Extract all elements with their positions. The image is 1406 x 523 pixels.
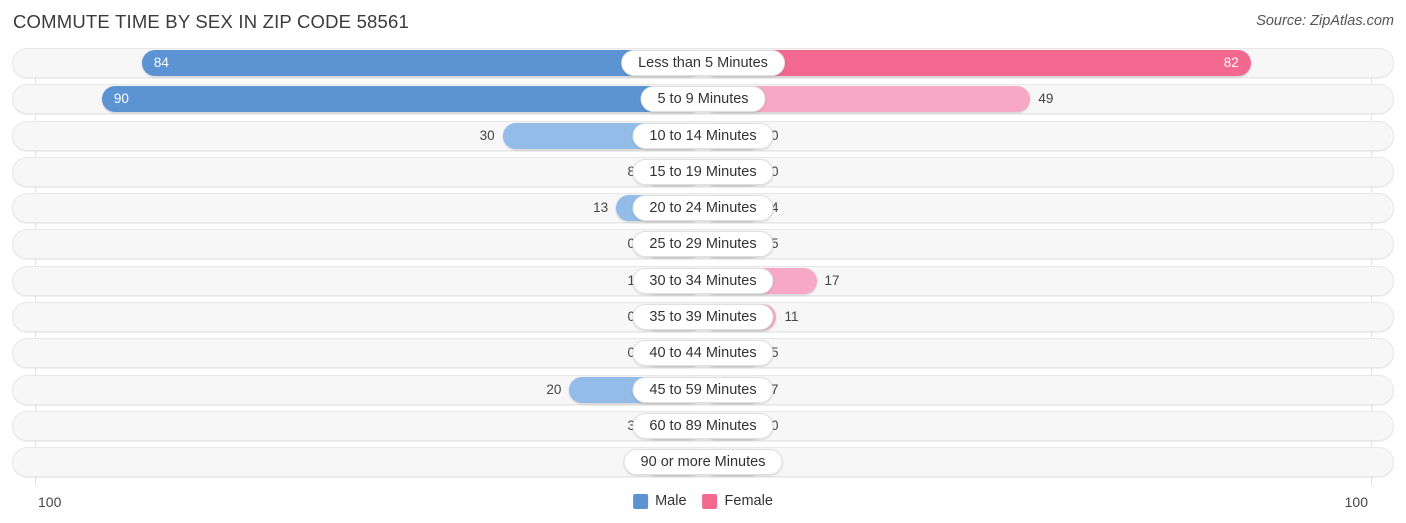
male-value: 84 [153,55,169,70]
chart-header: COMMUTE TIME BY SEX IN ZIP CODE 58561 So… [0,0,1406,44]
table-row: 0590 or more Minutes [0,447,1406,478]
female-bar[interactable]: 82 [703,50,1251,76]
category-label: 5 to 9 Minutes [640,86,766,113]
table-row: 30 0 10 to 14 Minutes [0,120,1406,151]
table-row: 13 4 20 to 24 Minutes [0,193,1406,224]
axis-label-right: 100 [1344,494,1368,510]
female-half: 5 [703,231,1371,258]
legend-item-female[interactable]: Female [702,493,773,509]
chart-footer: 100 100 Male Female [0,486,1406,523]
male-bar[interactable]: 90 [101,86,703,113]
male-value: 30 [479,127,495,143]
category-label: 15 to 19 Minutes [632,158,774,185]
male-half: 0 [35,449,703,476]
table-row: 3 0 60 to 89 Minutes [0,410,1406,441]
category-label: 10 to 14 Minutes [632,122,774,149]
female-half: 82 [703,50,1371,76]
category-label: 40 to 44 Minutes [632,340,774,367]
male-value: 20 [546,381,562,397]
legend-swatch-icon [702,493,718,509]
category-label: 90 or more Minutes [623,449,783,476]
legend-swatch-icon [633,493,649,509]
table-row: 84 82 Less than 5 Minutes [0,48,1406,78]
table-row: 90 49 5 to 9 Minutes [0,84,1406,115]
table-row: 0 11 35 to 39 Minutes [0,302,1406,333]
legend-item-male[interactable]: Male [633,493,687,509]
bar-rows: 84 82 Less than 5 Minutes 90 49 5 to 9 Minute… [0,48,1406,484]
female-value: 17 [824,272,840,288]
female-half: 4 [703,195,1371,222]
female-half: 11 [703,304,1371,331]
category-label: 60 to 89 Minutes [632,412,774,439]
female-value: 82 [1223,55,1239,70]
female-half: 5 [703,340,1371,367]
table-row: 0 5 40 to 44 Minutes [0,338,1406,369]
female-half: 7 [703,376,1371,403]
male-bar[interactable]: 84 [141,50,703,76]
male-half: 0 [35,340,703,367]
chart-plot-area: 84 82 Less than 5 Minutes 90 49 5 to 9 Minute… [0,48,1406,486]
table-row: 0 5 25 to 29 Minutes [0,229,1406,260]
male-half: 30 [35,122,703,149]
male-half: 0 [35,231,703,258]
male-half: 1 [35,267,703,294]
category-label: 35 to 39 Minutes [632,304,774,331]
legend-label: Male [655,493,687,509]
male-half: 0 [35,304,703,331]
table-row: 1 17 30 to 34 Minutes [0,265,1406,296]
female-value: 11 [784,309,799,325]
female-value: 49 [1038,91,1054,107]
chart-legend: Male Female [633,493,773,509]
axis-label-left: 100 [38,494,62,510]
category-label: 20 to 24 Minutes [632,195,774,222]
legend-label: Female [724,493,773,509]
source-attribution: Source: ZipAtlas.com [1256,13,1394,29]
male-half: 13 [35,195,703,222]
male-half: 8 [35,158,703,185]
category-label: Less than 5 Minutes [621,50,785,76]
category-label: 25 to 29 Minutes [632,231,774,258]
female-half: 49 [703,86,1371,113]
female-half: 0 [703,158,1371,185]
table-row: 20 7 45 to 59 Minutes [0,374,1406,405]
male-half: 90 [35,86,703,113]
male-half: 84 [35,50,703,76]
male-half: 3 [35,412,703,439]
female-half: 5 [703,449,1371,476]
female-half: 0 [703,122,1371,149]
category-label: 30 to 34 Minutes [632,267,774,294]
page-title: COMMUTE TIME BY SEX IN ZIP CODE 58561 [13,11,410,32]
female-half: 0 [703,412,1371,439]
male-value: 13 [593,200,609,216]
female-half: 17 [703,267,1371,294]
male-value: 90 [113,91,129,107]
table-row: 8 0 15 to 19 Minutes [0,156,1406,187]
male-half: 20 [35,376,703,403]
category-label: 45 to 59 Minutes [632,376,774,403]
